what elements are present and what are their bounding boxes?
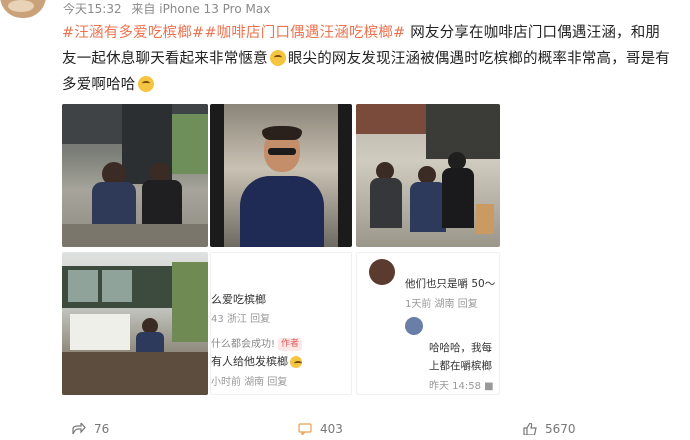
laughing-emoji-small: [290, 356, 302, 368]
comment-right-1-text: 他们也只是嚼 50～: [405, 278, 496, 290]
comment-right-2-line1: 哈哈哈，我每: [429, 342, 492, 354]
share-button[interactable]: 76: [72, 422, 109, 436]
comment-icon: [298, 423, 312, 435]
comment-left-meta2: 小时前 湖南 回复: [211, 377, 288, 388]
post-photo-2[interactable]: [210, 104, 352, 247]
comment-screenshot-left[interactable]: 么爱吃槟榔 43 浙江 回复 什么都会成功! 作者 有人给他发槟榔 小时前 湖南 …: [210, 252, 352, 395]
comment-left-line4-text: 有人给他发槟榔: [211, 355, 288, 368]
user-avatar[interactable]: [0, 0, 46, 18]
post-meta: 今天15:32 来自 iPhone 13 Pro Max: [63, 0, 276, 17]
comment-left-meta1: 43 浙江 回复: [211, 314, 271, 325]
comment-screenshot-right[interactable]: 他们也只是嚼 50～ 1天前 湖南 回复 哈哈哈，我每 上都在嚼槟榔 昨天 14…: [356, 252, 500, 395]
post-photo-1[interactable]: [62, 104, 208, 247]
share-icon: [72, 423, 86, 435]
share-count: 76: [94, 422, 110, 436]
post-photo-4[interactable]: [62, 252, 208, 395]
comment-count: 403: [320, 422, 343, 436]
commenter-avatar-1[interactable]: [369, 259, 395, 285]
thumbs-up-icon: [523, 423, 537, 435]
commenter-avatar-2[interactable]: [405, 317, 423, 335]
comment-left-line4: 有人给他发槟榔: [211, 353, 304, 369]
comment-left-line1: 么爱吃槟榔: [211, 293, 266, 306]
hashtag-link-2[interactable]: #咖啡店门口偶遇汪涵吃槟榔#: [204, 25, 405, 41]
comment-left-line3-text: 什么都会成功!: [211, 339, 276, 350]
action-bar: 76 403 5670: [0, 420, 690, 440]
post-time: 今天15:32: [63, 2, 122, 16]
face-with-hand-emoji: [269, 50, 286, 66]
author-badge: 作者: [278, 338, 303, 351]
like-button[interactable]: 5670: [523, 422, 576, 436]
hashtag-link-1[interactable]: #汪涵有多爱吃槟榔#: [62, 25, 204, 41]
post-source[interactable]: 来自 iPhone 13 Pro Max: [131, 2, 270, 16]
laughing-emoji: [137, 76, 154, 92]
comment-right-1-meta: 1天前 湖南 回复: [405, 299, 478, 310]
comment-button[interactable]: 403: [298, 422, 343, 436]
post-photo-3[interactable]: [356, 104, 500, 247]
comment-right-2-meta: 昨天 14:58 ■: [429, 381, 494, 392]
comment-right-2-line2: 上都在嚼槟榔: [429, 360, 492, 372]
comment-left-line3: 什么都会成功! 作者: [211, 335, 303, 351]
post-text: #汪涵有多爱吃槟榔##咖啡店门口偶遇汪涵吃槟榔# 网友分享在咖啡店门口偶遇汪涵，…: [62, 20, 672, 98]
like-count: 5670: [545, 422, 576, 436]
